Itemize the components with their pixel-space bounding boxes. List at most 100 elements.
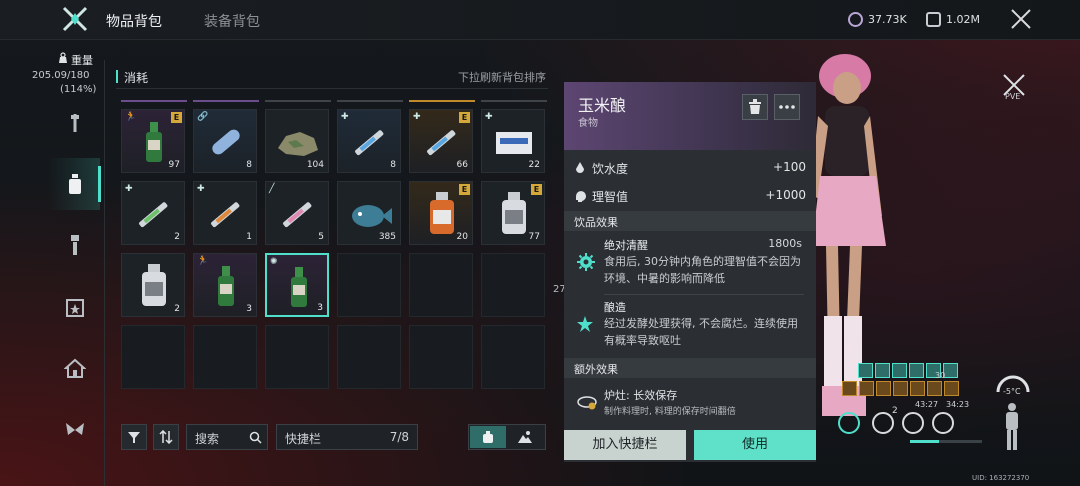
sort-hint[interactable]: 下拉刷新背包排序 [458, 69, 546, 85]
inventory-slot[interactable]: E 20 [409, 181, 473, 245]
gem-currency-icon [848, 12, 863, 27]
butterfly-icon[interactable] [64, 419, 86, 441]
buff-icon[interactable] [858, 363, 873, 378]
debuff-icon[interactable] [910, 381, 925, 396]
debuff-icon[interactable] [893, 381, 908, 396]
item-grade-badge: E [531, 184, 542, 195]
inventory-slot-empty[interactable] [409, 325, 473, 389]
item-tag-plus-icon: ✚ [341, 112, 349, 122]
top-bar: 物品背包 装备背包 37.73K 1.02M [0, 0, 1080, 40]
inventory-slot[interactable]: 2 [121, 253, 185, 317]
inventory-slot[interactable]: E 77 [481, 181, 545, 245]
debuff-icon[interactable] [876, 381, 891, 396]
item-count: 1 [246, 232, 252, 242]
inventory-slot[interactable]: ✚ 1 [193, 181, 257, 245]
landscape-icon[interactable] [517, 430, 533, 444]
view-toggle[interactable] [468, 424, 546, 450]
quickbar-field[interactable]: 快捷栏 7/8 [276, 424, 418, 450]
item-grade-badge: E [459, 184, 470, 195]
game-logo-icon [62, 6, 88, 32]
inventory-slot-empty[interactable] [337, 325, 401, 389]
pve-label: PVE [1005, 92, 1021, 101]
discard-button[interactable] [742, 94, 768, 120]
thirst-status-icon[interactable] [902, 412, 924, 434]
stomach-status-icon[interactable] [838, 412, 860, 434]
inventory-slot-empty[interactable] [121, 325, 185, 389]
wrench-icon[interactable] [64, 112, 86, 134]
extra-effect-name: 炉灶: 长效保存 [604, 389, 678, 402]
buff-icon[interactable] [875, 363, 890, 378]
debuff-icon[interactable] [927, 381, 942, 396]
inventory-slot-empty[interactable] [337, 253, 401, 317]
inventory-slot[interactable]: ✚ E 66 [409, 109, 473, 173]
weight-label: 重量 [71, 54, 93, 67]
item-syringe-p-icon [283, 202, 312, 228]
calendar-icon[interactable] [64, 296, 86, 318]
item-tag-run-icon: 🏃 [125, 112, 137, 122]
item-count: 385 [378, 232, 396, 242]
buff-icon[interactable] [892, 363, 907, 378]
flashlight-icon[interactable] [64, 234, 86, 256]
status-count: 2 [892, 406, 898, 416]
inventory-slot-empty[interactable] [481, 253, 545, 317]
item-bottle-icon [146, 122, 162, 162]
inventory-slot[interactable]: ✺ 3 [265, 253, 329, 317]
inventory-slot[interactable]: ✚ 8 [337, 109, 401, 173]
more-button[interactable] [774, 94, 800, 120]
inventory-slot-empty[interactable] [481, 325, 545, 389]
stamina-status-icon[interactable] [932, 412, 954, 434]
search-input[interactable]: 搜索 [186, 424, 268, 450]
inventory-slot-empty[interactable] [409, 253, 473, 317]
item-kit-icon [496, 132, 532, 154]
bottle-icon[interactable] [64, 173, 86, 195]
toggle-bag-active[interactable] [470, 426, 506, 448]
use-button[interactable]: 使用 [694, 430, 816, 460]
close-icon[interactable] [1010, 8, 1032, 30]
item-jar-w-icon [502, 192, 526, 234]
stat-row-sanity: 理智值 +1000 [564, 182, 816, 210]
inventory-slot-empty[interactable] [265, 325, 329, 389]
body-status-icon[interactable] [1000, 402, 1024, 452]
home-icon[interactable] [64, 357, 86, 379]
debuff-icon[interactable] [842, 381, 857, 396]
stat-row-water: 饮水度 +100 [564, 154, 816, 182]
sort-button[interactable] [153, 424, 179, 450]
sanity-status-icon[interactable] [872, 412, 894, 434]
debuff-icon[interactable] [944, 381, 959, 396]
add-to-quickbar-button[interactable]: 加入快捷栏 [564, 430, 686, 460]
inventory-slot[interactable]: ╱ 5 [265, 181, 329, 245]
item-pill-icon [212, 129, 240, 155]
item-bottle-icon [218, 266, 234, 306]
item-rock-icon [278, 132, 318, 156]
item-count: 3 [246, 304, 252, 314]
quickbar-count: 7/8 [389, 430, 409, 444]
effect-description: 食用后, 30分钟内角色的理智值不会因为环境、中暑的影响而降低 [604, 255, 801, 285]
filter-icon [128, 432, 140, 443]
user-id: UID: 163272370 [972, 474, 1030, 482]
inventory-slot[interactable]: 🏃 E 97 [121, 109, 185, 173]
debuff-icon[interactable] [859, 381, 874, 396]
inventory-slot[interactable]: 104 [265, 109, 329, 173]
stat-label: 饮水度 [592, 162, 629, 176]
buff-icon[interactable] [909, 363, 924, 378]
item-tag-gear-icon: ✺ [270, 257, 278, 267]
inventory-slot[interactable]: 🏃 3 [193, 253, 257, 317]
item-detail-panel: 玉米酿 食物 饮水度 +100 理智值 +1000 饮品效果 绝对清醒 1800… [564, 82, 816, 462]
tab-items[interactable]: 物品背包 [106, 11, 162, 31]
buff-icon[interactable] [943, 363, 958, 378]
inventory-slot[interactable]: ✚ 2 [121, 181, 185, 245]
item-grade-badge: E [171, 112, 182, 123]
rarity-strip [481, 100, 547, 102]
currency-a: 37.73K [848, 12, 907, 27]
item-fish-icon [352, 205, 392, 227]
inventory-slot[interactable]: ✚ 22 [481, 109, 545, 173]
inventory-slot[interactable]: 🔗 8 [193, 109, 257, 173]
tab-equipment[interactable]: 装备背包 [204, 11, 260, 31]
nav-active-indicator [98, 166, 101, 202]
filter-button[interactable] [121, 424, 147, 450]
inventory-slot[interactable]: 385 [337, 181, 401, 245]
effect-description: 经过发酵处理获得, 不会腐烂。连续使用有概率导致呕吐 [604, 317, 798, 347]
item-count: 2 [174, 232, 180, 242]
effect-name: 酿造 [604, 301, 626, 314]
inventory-slot-empty[interactable] [193, 325, 257, 389]
